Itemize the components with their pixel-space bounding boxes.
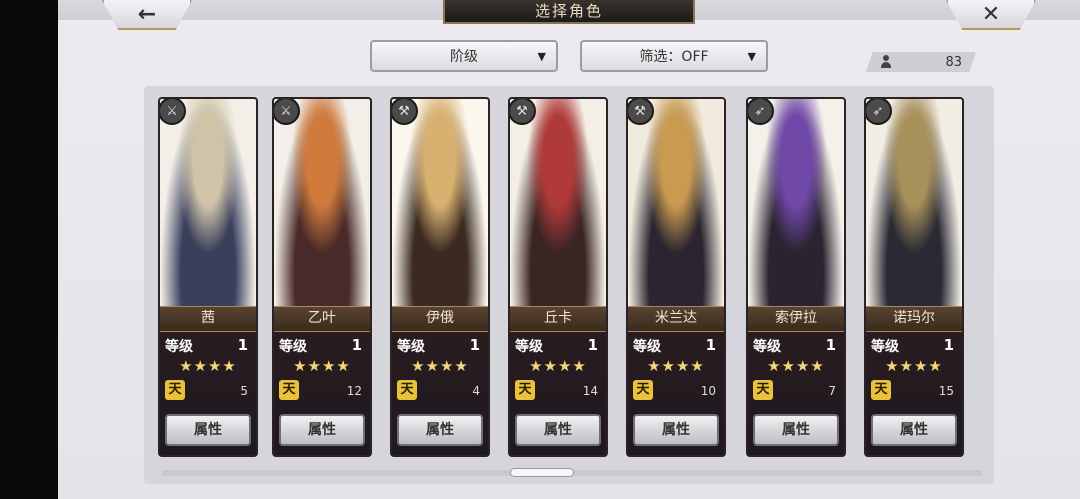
attributes-button[interactable]: 属性 [871, 414, 957, 446]
star-rating: ★★★★ [411, 357, 469, 375]
class-dropdown-label: 阶级 [450, 49, 478, 65]
class-icon: ➶ [866, 99, 892, 125]
character-card[interactable]: ➶ 诺玛尔 等级 1 ★★★★ 天 15 属性 [864, 97, 964, 457]
character-name: 茜 [160, 306, 256, 332]
star-rating: ★★★★ [529, 357, 587, 375]
character-info: 等级 1 ★★★★ 天 7 属性 [748, 332, 844, 455]
level-label: 等级 [397, 339, 425, 355]
character-card[interactable]: ⚒ 丘卡 等级 1 ★★★★ 天 14 属性 [508, 97, 608, 457]
class-icon: ⚔ [274, 99, 300, 125]
rank-badge-icon: 天 [165, 380, 185, 400]
rank-badge-icon: 天 [279, 380, 299, 400]
class-dropdown[interactable]: 阶级 ▼ [370, 40, 558, 72]
chevron-down-icon: ▼ [537, 50, 546, 63]
class-icon: ➶ [748, 99, 774, 125]
character-card[interactable]: ⚒ 米兰达 等级 1 ★★★★ 天 10 属性 [626, 97, 726, 457]
rank-value: 7 [828, 384, 836, 398]
class-icon: ⚒ [628, 99, 654, 125]
star-rating: ★★★★ [647, 357, 705, 375]
character-select-screen: ← 选择角色 ✕ 阶级 ▼ 筛选：OFF ▼ 83 ⚔ 茜 等级 1 ★★★★ … [58, 0, 1080, 499]
star-rating: ★★★★ [885, 357, 943, 375]
filter-dropdown-label: 筛选：OFF [639, 49, 709, 65]
character-name: 诺玛尔 [866, 306, 962, 332]
star-rating: ★★★★ [293, 357, 351, 375]
star-rating: ★★★★ [767, 357, 825, 375]
rank-value: 12 [346, 384, 362, 398]
character-card[interactable]: ⚒ 伊俄 等级 1 ★★★★ 天 4 属性 [390, 97, 490, 457]
back-button[interactable]: ← [102, 0, 192, 30]
class-icon: ⚒ [510, 99, 536, 125]
character-info: 等级 1 ★★★★ 天 15 属性 [866, 332, 962, 455]
rank-badge-icon: 天 [871, 380, 891, 400]
attributes-button[interactable]: 属性 [279, 414, 365, 446]
character-portrait[interactable] [160, 99, 256, 306]
attributes-button[interactable]: 属性 [397, 414, 483, 446]
level-label: 等级 [633, 339, 661, 355]
character-portrait[interactable] [274, 99, 370, 306]
roster-count-value: 83 [945, 54, 962, 70]
level-label: 等级 [515, 339, 543, 355]
filter-dropdown[interactable]: 筛选：OFF ▼ [580, 40, 768, 72]
character-portrait[interactable] [748, 99, 844, 306]
class-icon: ⚔ [160, 99, 186, 125]
character-portrait[interactable] [392, 99, 488, 306]
rank-value: 10 [700, 384, 716, 398]
rank-badge-icon: 天 [515, 380, 535, 400]
rank-badge-icon: 天 [397, 380, 417, 400]
rank-value: 4 [472, 384, 480, 398]
level-value: 1 [825, 336, 836, 354]
character-name: 伊俄 [392, 306, 488, 332]
character-portrait[interactable] [866, 99, 962, 306]
roster-count: 83 [866, 52, 976, 72]
level-value: 1 [943, 336, 954, 354]
screen-title: 选择角色 [443, 0, 695, 24]
character-info: 等级 1 ★★★★ 天 10 属性 [628, 332, 724, 455]
character-card[interactable]: ⚔ 乙叶 等级 1 ★★★★ 天 12 属性 [272, 97, 372, 457]
attributes-button[interactable]: 属性 [753, 414, 839, 446]
rank-badge-icon: 天 [753, 380, 773, 400]
chevron-down-icon: ▼ [747, 50, 756, 63]
star-rating: ★★★★ [179, 357, 237, 375]
character-info: 等级 1 ★★★★ 天 4 属性 [392, 332, 488, 455]
character-card[interactable]: ⚔ 茜 等级 1 ★★★★ 天 5 属性 [158, 97, 258, 457]
level-label: 等级 [165, 339, 193, 355]
character-info: 等级 1 ★★★★ 天 14 属性 [510, 332, 606, 455]
character-name: 米兰达 [628, 306, 724, 332]
character-portrait[interactable] [628, 99, 724, 306]
rank-value: 14 [582, 384, 598, 398]
level-label: 等级 [871, 339, 899, 355]
close-button[interactable]: ✕ [946, 0, 1036, 30]
rank-badge-icon: 天 [633, 380, 653, 400]
attributes-button[interactable]: 属性 [515, 414, 601, 446]
close-icon: ✕ [981, 1, 1001, 27]
level-value: 1 [237, 336, 248, 354]
user-icon [880, 55, 892, 69]
rank-value: 15 [938, 384, 954, 398]
character-card[interactable]: ➶ 索伊拉 等级 1 ★★★★ 天 7 属性 [746, 97, 846, 457]
level-label: 等级 [753, 339, 781, 355]
character-portrait[interactable] [510, 99, 606, 306]
attributes-button[interactable]: 属性 [165, 414, 251, 446]
class-icon: ⚒ [392, 99, 418, 125]
character-info: 等级 1 ★★★★ 天 5 属性 [160, 332, 256, 455]
character-name: 丘卡 [510, 306, 606, 332]
attributes-button[interactable]: 属性 [633, 414, 719, 446]
character-name: 乙叶 [274, 306, 370, 332]
level-value: 1 [587, 336, 598, 354]
character-info: 等级 1 ★★★★ 天 12 属性 [274, 332, 370, 455]
level-label: 等级 [279, 339, 307, 355]
rank-value: 5 [240, 384, 248, 398]
page-indicator [510, 468, 574, 477]
level-value: 1 [351, 336, 362, 354]
level-value: 1 [705, 336, 716, 354]
character-name: 索伊拉 [748, 306, 844, 332]
back-arrow-icon: ← [137, 1, 157, 27]
level-value: 1 [469, 336, 480, 354]
